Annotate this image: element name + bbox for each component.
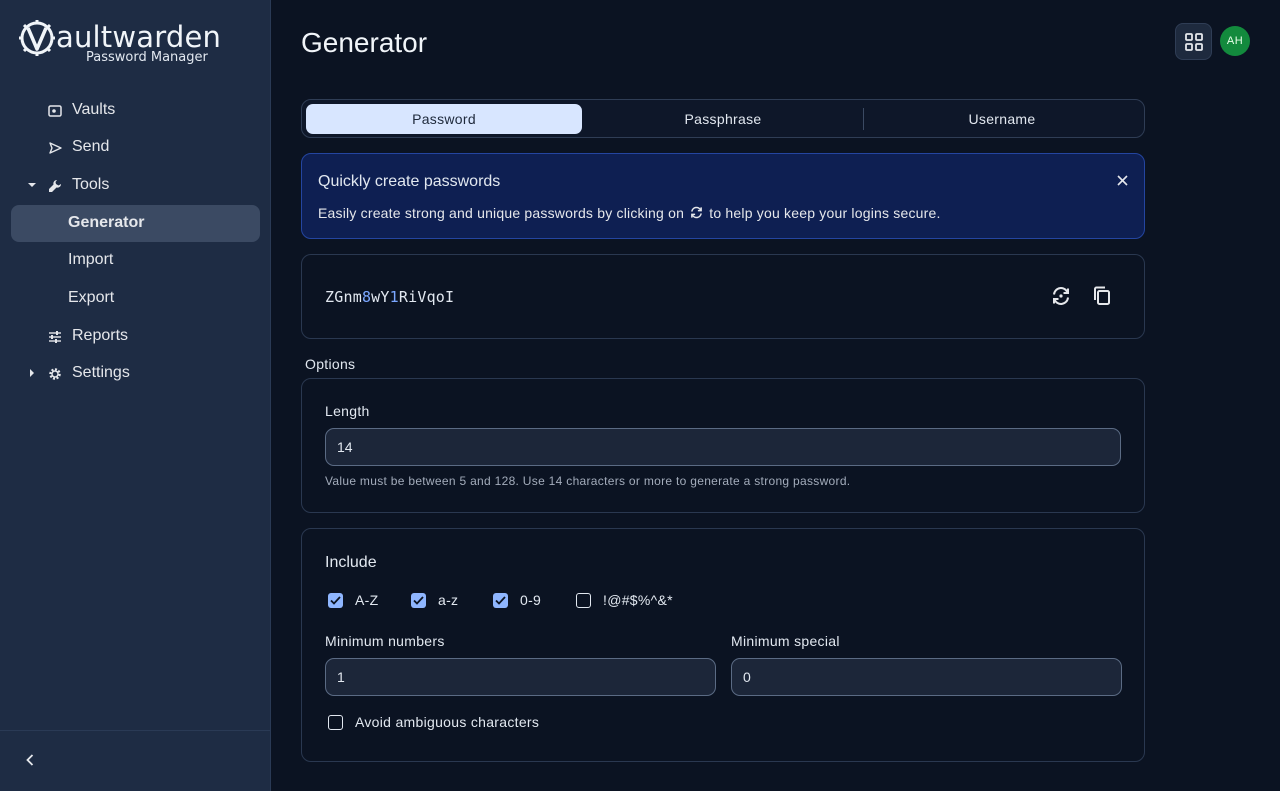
sidebar-item-label: Generator xyxy=(68,214,145,231)
min-numbers-label: Minimum numbers xyxy=(325,633,445,649)
sidebar-item-label: Import xyxy=(68,251,114,268)
avoid-ambiguous-checkbox[interactable]: Avoid ambiguous characters xyxy=(328,714,539,730)
page-title: Generator xyxy=(301,27,428,58)
callout-text-before: Easily create strong and unique password… xyxy=(318,205,685,221)
checkbox-label: 0-9 xyxy=(520,592,542,608)
tab-password[interactable]: Password xyxy=(306,104,582,134)
password-segment: RiVqoI xyxy=(398,288,455,306)
length-input[interactable]: 14 xyxy=(325,428,1121,466)
checkbox-checked-icon xyxy=(493,592,508,608)
info-callout: Quickly create passwords Easily create s… xyxy=(301,153,1145,239)
caret-right-icon xyxy=(25,366,39,380)
copy-icon[interactable] xyxy=(1091,285,1113,307)
app-switcher-button[interactable] xyxy=(1175,23,1212,60)
tab-username[interactable]: Username xyxy=(864,104,1140,134)
checkbox-unchecked-icon xyxy=(328,714,343,730)
regenerate-icon xyxy=(691,206,703,219)
vaultwarden-logo-icon xyxy=(19,20,55,56)
sidebar-item-settings[interactable]: Settings xyxy=(11,355,260,392)
checkbox-checked-icon xyxy=(328,592,343,608)
vault-icon xyxy=(47,103,63,119)
generator-type-tabs: Password Passphrase Username xyxy=(301,99,1145,138)
sliders-icon xyxy=(47,329,63,345)
sidebar-item-import[interactable]: Import xyxy=(11,242,260,279)
checkbox-label: a-z xyxy=(438,592,459,608)
logo-text: aultwarden xyxy=(56,20,222,54)
collapse-sidebar-icon[interactable] xyxy=(20,750,40,770)
password-segment: wY xyxy=(371,288,390,306)
wrench-icon xyxy=(47,178,63,194)
sidebar-item-reports[interactable]: Reports xyxy=(11,318,260,355)
sidebar-item-vaults[interactable]: Vaults xyxy=(11,92,260,129)
include-card: Include A-Z a-z 0-9 !@#$%^&* Minimum num… xyxy=(301,528,1145,762)
sidebar-item-label: Reports xyxy=(72,327,129,344)
password-digit: 1 xyxy=(389,288,399,306)
lowercase-checkbox[interactable]: a-z xyxy=(411,592,458,608)
close-icon[interactable] xyxy=(1114,172,1130,188)
length-label: Length xyxy=(325,403,370,419)
include-title: Include xyxy=(325,554,377,571)
password-segment: ZGnm xyxy=(325,288,362,306)
checkbox-label: Avoid ambiguous characters xyxy=(355,714,540,730)
generated-password-card: ZGnm8wY1RiVqoI xyxy=(301,254,1145,339)
sidebar: aultwarden Password Manager Vaults Send … xyxy=(0,0,271,791)
min-special-label: Minimum special xyxy=(731,633,840,649)
min-special-input[interactable]: 0 xyxy=(731,658,1122,696)
sidebar-item-tools[interactable]: Tools xyxy=(11,167,260,204)
callout-text: Easily create strong and unique password… xyxy=(318,205,941,221)
sidebar-item-label: Tools xyxy=(72,176,110,193)
sidebar-item-label: Send xyxy=(72,138,110,155)
gear-icon xyxy=(47,366,63,382)
checkbox-label: !@#$%^&* xyxy=(603,592,673,608)
tab-passphrase[interactable]: Passphrase xyxy=(584,104,862,134)
checkbox-checked-icon xyxy=(411,592,426,608)
caret-down-icon xyxy=(25,178,39,192)
sidebar-item-export[interactable]: Export xyxy=(11,280,260,317)
logo[interactable]: aultwarden Password Manager xyxy=(18,18,222,68)
grid-icon xyxy=(1184,32,1203,51)
avatar[interactable]: AH xyxy=(1220,26,1250,56)
checkbox-label: A-Z xyxy=(355,592,379,608)
callout-title: Quickly create passwords xyxy=(318,173,501,190)
numbers-checkbox[interactable]: 0-9 xyxy=(493,592,541,608)
sidebar-item-label: Settings xyxy=(72,364,130,381)
min-numbers-input[interactable]: 1 xyxy=(325,658,716,696)
sidebar-item-generator[interactable]: Generator xyxy=(11,205,260,242)
options-heading: Options xyxy=(305,356,356,372)
checkbox-unchecked-icon xyxy=(576,592,591,608)
length-hint: Value must be between 5 and 128. Use 14 … xyxy=(325,474,851,488)
sidebar-item-send[interactable]: Send xyxy=(11,129,260,166)
logo-subtitle: Password Manager xyxy=(86,50,208,65)
generated-password[interactable]: ZGnm8wY1RiVqoI xyxy=(325,288,454,306)
sidebar-item-label: Vaults xyxy=(72,101,116,118)
password-digit: 8 xyxy=(361,288,372,306)
special-checkbox[interactable]: !@#$%^&* xyxy=(576,592,673,608)
length-card: Length 14 Value must be between 5 and 12… xyxy=(301,378,1145,513)
sidebar-item-label: Export xyxy=(68,289,115,306)
callout-text-after: to help you keep your logins secure. xyxy=(709,205,941,221)
uppercase-checkbox[interactable]: A-Z xyxy=(328,592,378,608)
regenerate-password-icon[interactable] xyxy=(1050,285,1072,307)
send-icon xyxy=(47,140,63,156)
sidebar-footer xyxy=(0,730,270,791)
